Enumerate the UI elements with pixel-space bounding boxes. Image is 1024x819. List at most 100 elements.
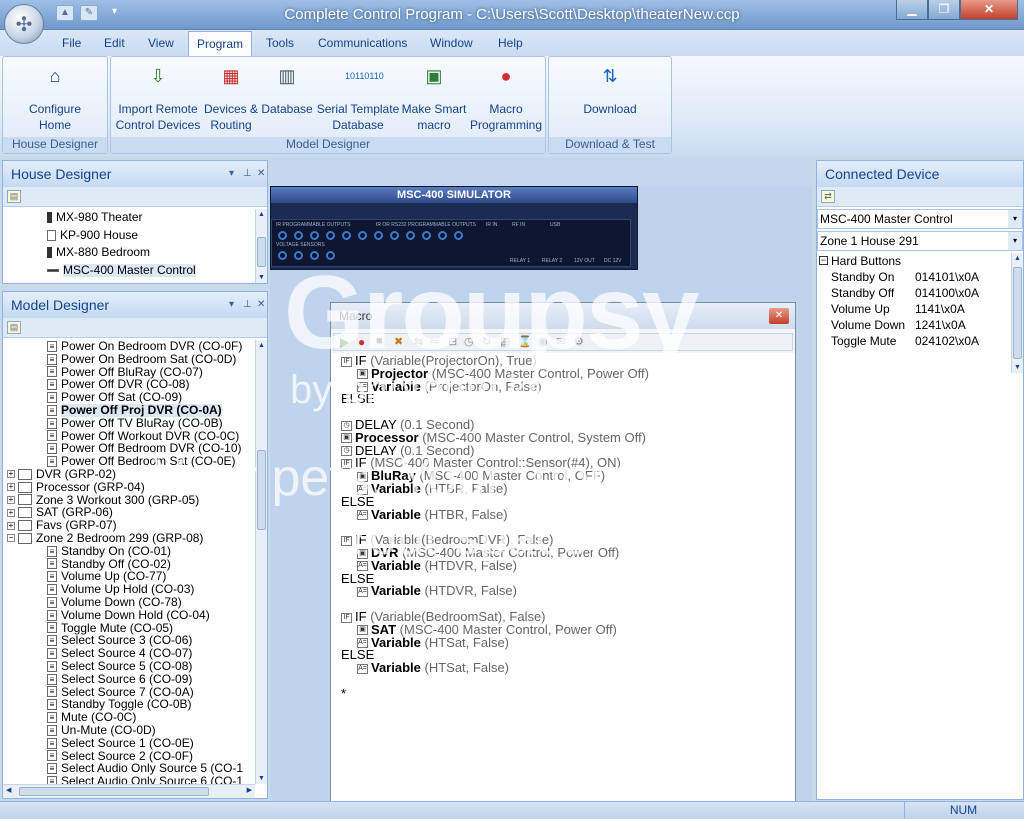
var-step-icon: A= (357, 586, 368, 597)
macro-line[interactable]: * (341, 687, 346, 701)
scroll-thumb[interactable] (1013, 267, 1022, 359)
house-item[interactable]: KP-900 House (47, 227, 255, 245)
chevron-down-icon[interactable]: ▾ (1008, 232, 1022, 250)
tree-item[interactable]: ≡ Mute (CO-0C) (3, 711, 255, 724)
expand-icon[interactable]: + (7, 470, 15, 479)
tree-item[interactable]: ≡ Select Source 4 (CO-07) (3, 647, 255, 660)
menu-edit[interactable]: Edit (96, 34, 133, 52)
panel-menu-icon[interactable]: ▾ (229, 161, 234, 187)
model-hscrollbar[interactable]: ◀ ▶ (3, 784, 255, 798)
hscroll-thumb[interactable] (19, 787, 209, 796)
scroll-thumb[interactable] (257, 237, 266, 267)
macro-close-icon[interactable]: ✕ (769, 308, 789, 324)
macro-programming-button[interactable]: ● Macro Programming (467, 63, 545, 133)
house-item[interactable]: MSC-400 Master Control (47, 262, 255, 280)
restore-button[interactable]: ❐ (928, 0, 960, 20)
properties-icon[interactable]: ▤ (7, 190, 21, 203)
hard-button-row[interactable]: Standby On 014101\x0A (817, 269, 1011, 285)
minimize-button[interactable]: ▁ (896, 0, 928, 20)
command-icon: ≡ (47, 686, 57, 698)
house-item[interactable]: MX-880 Bedroom (47, 244, 255, 262)
menu-window[interactable]: Window (422, 34, 481, 52)
hard-button-row[interactable]: Volume Up 1141\x0A (817, 301, 1011, 317)
menu-help[interactable]: Help (490, 34, 531, 52)
scroll-down-icon[interactable]: ▼ (258, 775, 265, 782)
collapse-icon[interactable]: − (7, 534, 15, 543)
properties-icon[interactable]: ▤ (7, 321, 21, 334)
collapse-icon[interactable]: − (819, 256, 828, 265)
macro-line[interactable]: A= Variable (HTSat, False) (357, 661, 509, 675)
import-remote-button[interactable]: ⇩ Import Remote Control Devices (113, 63, 203, 133)
expand-icon[interactable]: + (7, 508, 15, 517)
hard-buttons-group[interactable]: − Hard Buttons (817, 253, 1011, 269)
hard-button-row[interactable]: Standby Off 014100\x0A (817, 285, 1011, 301)
menu-tools[interactable]: Tools (258, 34, 302, 52)
hard-button-row[interactable]: Toggle Mute 024102\x0A (817, 333, 1011, 349)
close-button[interactable]: ✕ (960, 0, 1018, 20)
command-icon: ≡ (47, 775, 57, 784)
command-icon: ≡ (47, 404, 57, 416)
scroll-down-icon[interactable]: ▼ (258, 274, 265, 281)
scroll-up-icon[interactable]: ▲ (258, 342, 265, 349)
tree-item[interactable]: ≡ Power On Bedroom DVR (CO-0F) (3, 340, 255, 353)
database-button[interactable]: ▥ Database (259, 63, 315, 117)
expand-icon[interactable]: + (7, 483, 15, 492)
connected-scrollbar[interactable]: ▲ ▼ (1011, 253, 1023, 373)
make-smart-macro-button[interactable]: ▣ Make Smart macro (399, 63, 469, 133)
application-orb-icon[interactable]: ✣ (4, 4, 44, 44)
hard-button-name: Volume Down (831, 318, 906, 332)
macro-line[interactable]: ELSE (341, 572, 374, 586)
tree-item[interactable]: ≡ Volume Down (CO-78) (3, 596, 255, 609)
expand-icon[interactable]: + (7, 495, 15, 504)
house-scrollbar[interactable]: ▲ ▼ (255, 209, 267, 283)
tree-item[interactable]: ≡ Standby On (CO-01) (3, 544, 255, 558)
pin-icon[interactable]: ⊥ (243, 292, 252, 318)
download-button[interactable]: ⇅ Download (549, 63, 671, 117)
macro-line[interactable]: A= Variable (HTSat, False) (357, 636, 509, 650)
pin-icon[interactable]: ⊥ (243, 161, 252, 187)
model-scrollbar[interactable]: ▲ ▼ (255, 340, 267, 784)
tree-item[interactable]: ≡ Power On Bedroom Sat (CO-0D) (3, 352, 255, 366)
macro-line[interactable]: A= Variable (HTDVR, False) (357, 584, 517, 598)
scroll-right-icon[interactable]: ▶ (247, 786, 252, 794)
command-icon: ≡ (47, 724, 57, 736)
house-item-label: KP-900 House (60, 227, 139, 242)
tree-item[interactable]: ≡ Select Source 1 (CO-0E) (3, 736, 255, 750)
menu-view[interactable]: View (140, 34, 182, 52)
scroll-up-icon[interactable]: ▲ (258, 211, 265, 218)
tree-item[interactable]: ≡ Select Audio Only Source 6 (CO-1 (3, 775, 255, 784)
tree-item[interactable]: ≡ Power Off TV BluRay (CO-0B) (3, 416, 255, 430)
device-select[interactable]: MSC-400 Master Control ▾ (817, 209, 1023, 229)
qat-dropdown-icon[interactable]: ▾ (112, 6, 117, 17)
house-item[interactable]: MX-980 Theater (47, 209, 255, 227)
panel-menu-icon[interactable]: ▾ (229, 292, 234, 318)
configure-home-button[interactable]: ⌂ Configure Home (3, 63, 107, 133)
save-icon[interactable]: ▲ (56, 5, 74, 21)
menu-file[interactable]: File (54, 34, 89, 52)
menu-communications[interactable]: Communications (310, 34, 415, 52)
tree-item[interactable]: ≡ Select Source 6 (CO-09) (3, 672, 255, 686)
make-smart-label-2: macro (417, 118, 451, 132)
chevron-down-icon[interactable]: ▾ (1008, 210, 1022, 228)
connect-icon[interactable]: ⇄ (821, 190, 835, 203)
tree-item[interactable]: ≡ Un-Mute (CO-0D) (3, 724, 255, 737)
serial-template-button[interactable]: 10110110 Serial Template Database (313, 63, 403, 133)
scroll-up-icon[interactable]: ▲ (1014, 255, 1021, 262)
edit-icon[interactable]: ✎ (80, 5, 98, 21)
panel-close-icon[interactable]: ✕ (257, 161, 265, 187)
tree-item[interactable]: ≡ Volume Down Hold (CO-04) (3, 608, 255, 622)
menu-program[interactable]: Program (188, 31, 253, 56)
expand-icon[interactable]: + (7, 521, 15, 530)
macro-line[interactable]: ELSE (341, 648, 374, 662)
command-icon: ≡ (47, 571, 57, 583)
scroll-left-icon[interactable]: ◀ (6, 786, 11, 794)
hard-button-row[interactable]: Volume Down 1241\x0A (817, 317, 1011, 333)
devices-routing-button[interactable]: ▦ Devices & Routing (203, 63, 259, 133)
tree-group[interactable]: − Zone 2 Bedroom 299 (GRP-08) (3, 532, 255, 545)
tree-item[interactable]: ≡ Power Off Proj DVR (CO-0A) (3, 404, 255, 417)
zone-select[interactable]: Zone 1 House 291 ▾ (817, 231, 1023, 251)
macro-editor[interactable]: IF IF (Variable(ProjectorOn), True) ▣ Proje… (331, 353, 795, 818)
tree-item[interactable]: ≡ Select Source 5 (CO-08) (3, 660, 255, 673)
scroll-down-icon[interactable]: ▼ (1014, 364, 1021, 371)
panel-close-icon[interactable]: ✕ (257, 292, 265, 318)
